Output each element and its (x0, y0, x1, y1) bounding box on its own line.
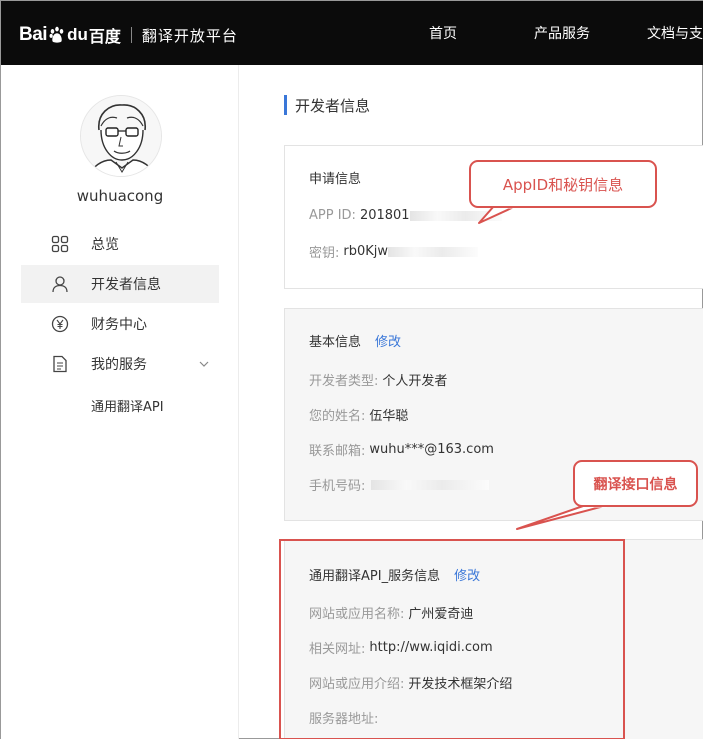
sidebar-item-label: 开发者信息 (91, 277, 161, 293)
developer-type-label: 开发者类型: (309, 374, 379, 389)
nav-docs[interactable]: 文档与支 (647, 1, 703, 65)
masked-region (409, 210, 502, 221)
logo-text-bai: Bai (19, 24, 48, 45)
phone-row: 手机号码: (309, 475, 490, 494)
app-id-row: APP ID: 201801 (309, 208, 502, 223)
name-row: 您的姓名: 伍华聪 (309, 405, 408, 424)
secret-key-label: 密钥: (309, 246, 340, 261)
name-value: 伍华聪 (369, 409, 409, 424)
email-label: 联系邮箱: (309, 444, 366, 459)
sidebar-menu: 总览 开发者信息 财务中心 我的服务 通用翻译API (21, 225, 219, 425)
top-navigation-bar: Bai du 百度 翻译开放平台 首页 产品服务 文档与支 (1, 1, 703, 65)
avatar[interactable] (80, 95, 162, 177)
app-info-title: 申请信息 (309, 172, 362, 187)
page-title-bar: 开发者信息 (284, 95, 370, 115)
sidebar-item-my-services[interactable]: 我的服务 (21, 345, 219, 383)
edit-basic-info-link[interactable]: 修改 (375, 331, 401, 350)
yen-icon (51, 315, 69, 333)
sidebar: wuhuacong 总览 开发者信息 财务中心 我的服务 通用翻译API (1, 65, 239, 739)
sidebar-item-label: 我的服务 (91, 357, 147, 373)
email-row: 联系邮箱: wuhu***@163.com (309, 440, 494, 459)
document-icon (53, 355, 67, 373)
baidu-logo[interactable]: Bai du 百度 翻译开放平台 (19, 23, 238, 47)
sidebar-item-developer-info[interactable]: 开发者信息 (21, 265, 219, 303)
nav-home[interactable]: 首页 (429, 1, 457, 65)
developer-type-row: 开发者类型: 个人开发者 (309, 370, 447, 389)
nav-products[interactable]: 产品服务 (534, 1, 590, 65)
paw-icon (49, 26, 64, 43)
page-title: 开发者信息 (295, 96, 371, 115)
platform-name: 翻译开放平台 (141, 26, 238, 45)
masked-region (388, 246, 479, 257)
masked-region (371, 479, 490, 490)
sidebar-item-finance[interactable]: 财务中心 (21, 305, 219, 343)
developer-type-value: 个人开发者 (382, 374, 448, 389)
sidebar-subitem-translate-api[interactable]: 通用翻译API (21, 385, 219, 425)
basic-info-title-text: 基本信息 (309, 335, 362, 350)
sidebar-item-overview[interactable]: 总览 (21, 225, 219, 263)
annotation-callout-appid: AppID和秘钥信息 (469, 160, 657, 208)
name-label: 您的姓名: (309, 409, 366, 424)
app-id-value: 201801 (359, 208, 410, 223)
app-id-label: APP ID: (309, 208, 356, 223)
logo-text-baidu-cn: 百度 (88, 27, 121, 46)
phone-label: 手机号码: (309, 479, 366, 494)
grid-icon (51, 235, 69, 253)
sidebar-item-label: 财务中心 (91, 317, 147, 333)
basic-info-title: 基本信息 修改 (309, 331, 401, 350)
logo-text-du: du (67, 25, 88, 44)
secret-key-row: 密钥: rb0Kjw (309, 242, 479, 261)
avatar-portrait-icon (81, 96, 161, 176)
annotation-callout-translate: 翻译接口信息 (573, 460, 698, 507)
email-value: wuhu***@163.com (369, 442, 494, 457)
username: wuhuacong (76, 187, 164, 205)
annotation-highlight-box (279, 539, 625, 739)
logo-divider (130, 27, 132, 43)
sidebar-item-label: 总览 (91, 237, 119, 253)
user-icon (52, 276, 68, 293)
chevron-down-icon[interactable] (199, 360, 209, 368)
secret-key-value: rb0Kjw (343, 244, 389, 259)
